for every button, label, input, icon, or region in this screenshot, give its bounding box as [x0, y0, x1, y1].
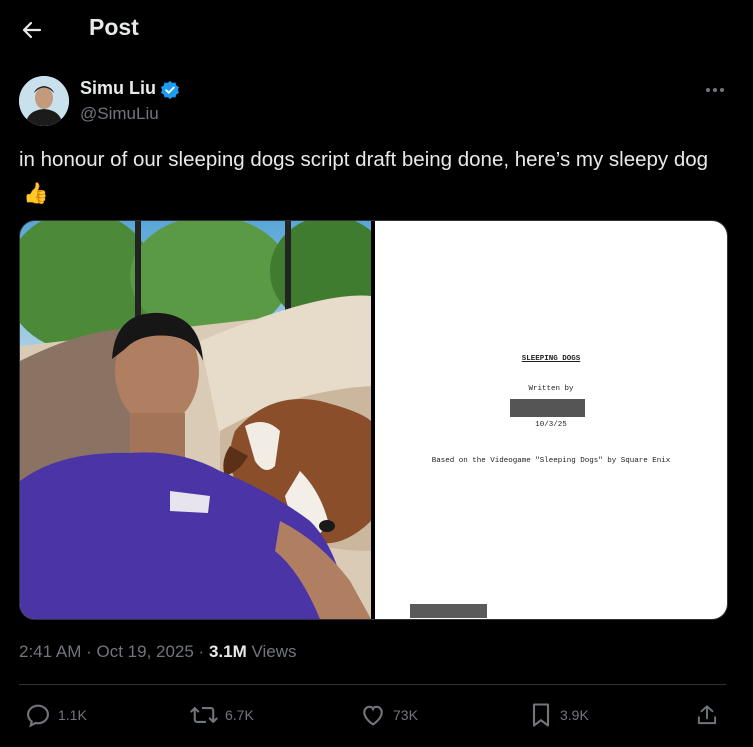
views-label: Views — [251, 642, 297, 661]
avatar[interactable] — [19, 76, 69, 126]
more-horizontal-icon[interactable] — [702, 80, 728, 100]
repost-count: 6.7K — [225, 707, 254, 723]
bookmark-count: 3.9K — [560, 707, 589, 723]
post-time[interactable]: 2:41 AM — [19, 642, 81, 661]
script-date: 10/3/25 — [535, 421, 567, 429]
share-button[interactable] — [694, 700, 720, 730]
media-grid: SLEEPING DOGS Written by 10/3/25 Based o… — [19, 220, 728, 620]
action-bar: 1.1K 6.7K 73K 3.9K — [0, 700, 753, 734]
reply-icon — [27, 704, 49, 728]
like-count: 73K — [393, 707, 418, 723]
redaction-bar-bottom — [410, 604, 487, 618]
share-icon — [697, 705, 717, 725]
reply-button[interactable]: 1.1K — [24, 700, 87, 730]
redaction-bar — [510, 399, 585, 417]
post-meta: 2:41 AM · Oct 19, 2025 · 3.1M Views — [19, 642, 297, 661]
arrow-left-icon[interactable] — [18, 16, 46, 44]
divider — [19, 684, 726, 685]
like-button[interactable]: 73K — [359, 700, 418, 730]
thumbs-up-emoji: 👍 — [23, 182, 49, 205]
post-text: in honour of our sleeping dogs script dr… — [19, 145, 724, 209]
post-body: in honour of our sleeping dogs script dr… — [19, 148, 709, 171]
top-bar: Post — [0, 0, 753, 58]
repost-icon — [190, 707, 218, 723]
script-written-by: Written by — [528, 385, 574, 393]
bookmark-button[interactable]: 3.9K — [528, 700, 589, 730]
verified-badge-icon — [160, 80, 180, 100]
repost-button[interactable]: 6.7K — [189, 700, 254, 730]
page-title: Post — [89, 14, 139, 40]
author-name[interactable]: Simu Liu — [80, 78, 156, 99]
reply-count: 1.1K — [58, 707, 87, 723]
bookmark-icon — [532, 703, 550, 727]
script-based-on: Based on the Videogame "Sleeping Dogs" b… — [431, 457, 671, 465]
selfie-with-dog-photo[interactable] — [20, 221, 371, 619]
author-handle[interactable]: @SimuLiu — [80, 104, 159, 124]
heart-icon — [363, 705, 383, 726]
views-count: 3.1M — [208, 642, 247, 661]
script-title: SLEEPING DOGS — [521, 355, 581, 363]
script-page-image[interactable]: SLEEPING DOGS Written by 10/3/25 Based o… — [375, 221, 727, 619]
post-date[interactable]: Oct 19, 2025 — [96, 642, 193, 661]
